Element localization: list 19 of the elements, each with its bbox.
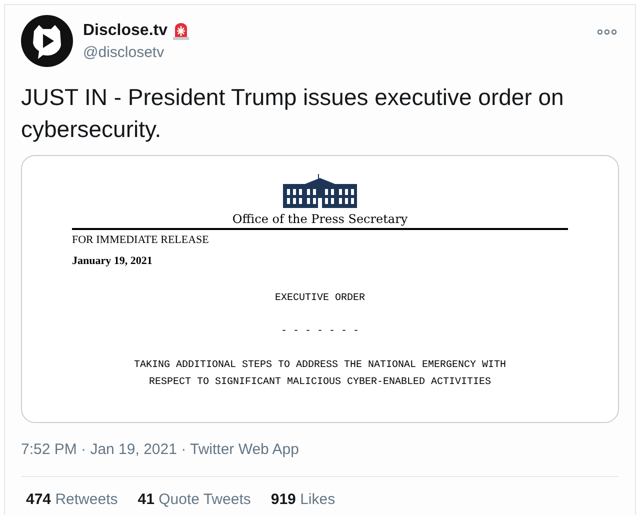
tweet-timestamp[interactable]: 7:52 PM · Jan 19, 2021 · Twitter Web App [21, 439, 299, 462]
author-handle[interactable]: @disclosetv [83, 43, 597, 63]
release-label: FOR IMMEDIATE RELEASE [72, 233, 210, 248]
order-title: TAKING ADDITIONAL STEPS TO ADDRESS THE NATIONAL EMERGENCY WITH [134, 359, 506, 373]
building-icon [283, 174, 357, 208]
office-title: Office of the Press Secretary [232, 211, 408, 228]
order-heading: EXECUTIVE ORDER [274, 292, 365, 306]
release-date: January 19, 2021 [72, 254, 154, 268]
separator-dashes: - - - - - - - [280, 325, 359, 339]
document-image[interactable] [21, 155, 619, 423]
siren-icon [172, 22, 190, 40]
stat-link[interactable]: 41 Quote Tweets [138, 488, 251, 511]
author-name[interactable]: Disclose.tv [83, 19, 168, 43]
stat-link[interactable]: 919 Likes [270, 488, 336, 511]
avatar-icon[interactable] [21, 15, 73, 67]
more-icon[interactable] [597, 29, 617, 35]
tweet-text: JUST IN - President Trump issues executive order on cybersecurity. [21, 83, 565, 144]
stat-link[interactable]: 474 Retweets [26, 488, 118, 511]
order-title: RESPECT TO SIGNIFICANT MALICIOUS CYBER-ENABLED ACTIVITIES [148, 376, 492, 390]
